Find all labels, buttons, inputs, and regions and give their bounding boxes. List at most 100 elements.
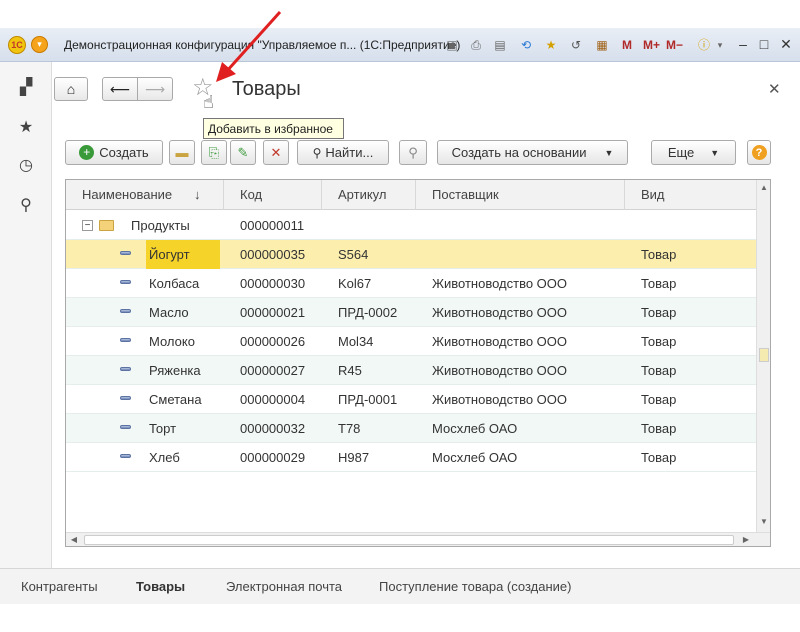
code-cell: 000000021 — [240, 305, 306, 320]
favorite-icon[interactable]: ★ — [543, 37, 559, 53]
help-button[interactable]: ? — [747, 140, 771, 165]
name-cell: Колбаса — [149, 276, 200, 291]
table-header: Наименование ↓ Код Артикул Поставщик Вид — [66, 180, 756, 210]
collapse-icon[interactable]: − — [82, 220, 93, 231]
item-icon — [120, 280, 131, 284]
article-cell: ПРД-0001 — [338, 392, 398, 407]
table-row[interactable]: Хлеб 000000029 H987 Мосхлеб ОАО Товар — [66, 443, 756, 472]
create-button[interactable]: + Создать — [65, 140, 163, 165]
maximize-button[interactable]: □ — [754, 35, 774, 53]
vertical-scroll-thumb[interactable] — [759, 348, 769, 362]
table-row[interactable]: Сметана 000000004 ПРД-0001 Животноводство О… — [66, 385, 756, 414]
scroll-up-icon[interactable]: ▲ — [757, 180, 770, 196]
column-header-article[interactable]: Артикул — [322, 180, 416, 210]
horizontal-scrollbar[interactable]: ◀ ▶ — [66, 532, 770, 546]
create-group-button[interactable]: ▬ — [169, 140, 195, 165]
delete-x-icon: ✕ — [270, 144, 282, 160]
kind-cell: Товар — [641, 305, 677, 320]
scroll-right-icon[interactable]: ▶ — [738, 533, 754, 546]
preview-icon[interactable]: ▤ — [492, 37, 508, 53]
horizontal-scroll-thumb[interactable] — [84, 535, 734, 545]
sections-icon[interactable]: ▞ — [16, 78, 36, 98]
name-cell: Ряженка — [149, 363, 201, 378]
copy-icon: ⎘ — [208, 144, 220, 160]
tab-counterparties[interactable]: Контрагенты — [21, 579, 98, 594]
save-icon[interactable]: ▣ — [444, 37, 460, 53]
vertical-scrollbar[interactable]: ▲ ▼ — [756, 180, 770, 532]
supplier-cell: Животноводство ООО — [432, 363, 568, 378]
close-form-icon[interactable]: ✕ — [768, 80, 781, 98]
link-icon[interactable]: ⟲ — [518, 37, 534, 53]
memory-button[interactable]: M — [622, 38, 632, 52]
code-cell: 000000029 — [240, 450, 306, 465]
scroll-left-icon[interactable]: ◀ — [66, 533, 82, 546]
column-header-supplier[interactable]: Поставщик — [416, 180, 625, 210]
column-header-code[interactable]: Код — [224, 180, 322, 210]
history-clock-icon[interactable]: ◷ — [16, 156, 36, 176]
copy-button[interactable]: ⎘ — [201, 140, 227, 165]
name-cell: Масло — [149, 305, 189, 320]
sort-arrow-icon: ↓ — [194, 187, 201, 202]
search-icon[interactable]: ⚲ — [16, 196, 36, 216]
back-button[interactable]: ⟵ — [102, 77, 138, 101]
article-cell: Kol67 — [338, 276, 372, 291]
code-cell: 000000026 — [240, 334, 306, 349]
tab-goods-receipt[interactable]: Поступление товара (создание) — [379, 579, 571, 594]
hand-cursor-icon: ☝ — [203, 92, 214, 112]
tab-email[interactable]: Электронная почта — [226, 579, 342, 594]
table-group-row[interactable]: − Продукты 000000011 — [66, 211, 756, 240]
favorites-star-icon[interactable]: ★ — [16, 118, 36, 138]
code-cell: 000000032 — [240, 421, 306, 436]
memory-minus-button[interactable]: M− — [666, 38, 683, 52]
window-title-bar: 1С ▾ Демонстрационная конфигурация "Упра… — [0, 28, 800, 62]
code-cell: 000000027 — [240, 363, 306, 378]
history-icon[interactable]: ↺ — [568, 37, 584, 53]
kind-cell: Товар — [641, 363, 677, 378]
create-based-label: Создать на основании — [451, 145, 587, 160]
table-row[interactable]: Молоко 000000026 Mol34 Животноводство ООО То… — [66, 327, 756, 356]
item-icon — [120, 338, 131, 342]
arrow-right-icon: ⟶ — [144, 80, 166, 97]
delete-button[interactable]: ✕ — [263, 140, 289, 165]
item-icon — [120, 396, 131, 400]
goods-table[interactable]: Наименование ↓ Код Артикул Поставщик Вид… — [65, 179, 771, 547]
minimize-button[interactable]: – — [733, 35, 753, 53]
table-row[interactable]: Йогурт 000000035 S564 Товар — [66, 240, 756, 269]
status-bar — [0, 604, 800, 632]
cancel-search-button[interactable]: ⚲ — [399, 140, 427, 165]
forward-button[interactable]: ⟶ — [137, 77, 173, 101]
kind-cell: Товар — [641, 247, 677, 262]
home-button[interactable]: ⌂ — [54, 77, 88, 101]
dropdown-arrow-icon[interactable]: ▾ — [712, 37, 728, 53]
article-cell: T78 — [338, 421, 361, 436]
cancel-search-icon: ⚲ — [408, 144, 418, 160]
memory-plus-button[interactable]: M+ — [643, 38, 660, 52]
tab-goods[interactable]: Товары — [136, 579, 185, 594]
table-row[interactable]: Масло 000000021 ПРД-0002 Животноводство ООО… — [66, 298, 756, 327]
column-header-kind[interactable]: Вид — [625, 180, 756, 210]
table-row[interactable]: Ряженка 000000027 R45 Животноводство ООО Тов… — [66, 356, 756, 385]
name-cell: Хлеб — [149, 450, 180, 465]
main-menu-chevron-icon[interactable]: ▾ — [31, 36, 48, 53]
more-button[interactable]: Еще ▼ — [651, 140, 736, 165]
find-label: Найти... — [325, 145, 374, 160]
item-icon — [120, 454, 131, 458]
close-window-button[interactable]: ✕ — [776, 35, 796, 53]
article-cell: ПРД-0002 — [338, 305, 398, 320]
magnifier-icon: ⚲ — [312, 145, 322, 160]
print-icon[interactable]: ⎙ — [468, 37, 484, 53]
calendar-icon[interactable]: ▦ — [594, 37, 610, 53]
find-button[interactable]: ⚲ Найти... — [297, 140, 389, 165]
app-logo-icon: 1С — [8, 36, 26, 54]
create-based-on-button[interactable]: Создать на основании ▼ — [437, 140, 628, 165]
info-icon[interactable]: ⓘ — [696, 37, 712, 53]
column-header-name[interactable]: Наименование ↓ — [66, 180, 224, 210]
scroll-down-icon[interactable]: ▼ — [757, 514, 770, 530]
name-cell: Торт — [149, 421, 177, 436]
open-windows-bar: Контрагенты Товары Электронная почта Пос… — [0, 568, 800, 604]
supplier-cell: Животноводство ООО — [432, 334, 568, 349]
table-row[interactable]: Торт 000000032 T78 Мосхлеб ОАО Товар — [66, 414, 756, 443]
table-row[interactable]: Колбаса 000000030 Kol67 Животноводство ООО Т… — [66, 269, 756, 298]
edit-button[interactable]: ✎ — [230, 140, 256, 165]
kind-cell: Товар — [641, 392, 677, 407]
